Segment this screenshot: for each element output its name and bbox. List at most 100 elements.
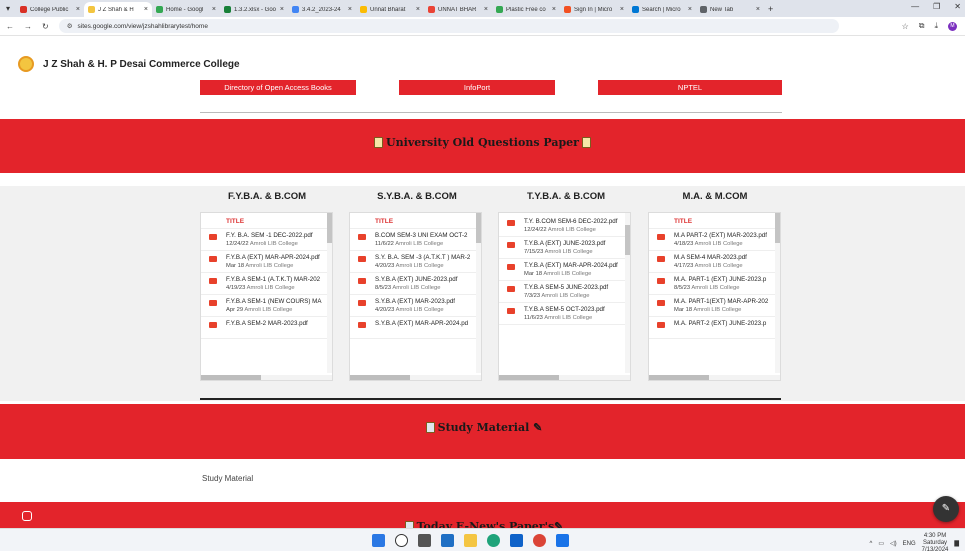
file-name[interactable]: S.Y.B.A (EXT) MAR-APR-2024.pd: [375, 317, 481, 327]
reload-icon[interactable]: ↻: [42, 22, 49, 31]
close-window-icon[interactable]: ✕: [954, 2, 961, 11]
site-title[interactable]: J Z Shah & H. P Desai Commerce College: [43, 59, 240, 70]
file-row[interactable]: M.A. PART-1 (EXT) JUNE-2023.p 8/5/23 Amro…: [649, 273, 780, 295]
extensions-icon[interactable]: ⧉: [919, 21, 925, 31]
file-row[interactable]: T.Y.B.A SEM-5 OCT-2023.pdf 11/6/23 Amroli…: [499, 303, 630, 325]
scroll-thumb[interactable]: [350, 375, 410, 380]
file-row[interactable]: M.A SEM-4 MAR-2023.pdf 4/17/23 Amroli LIB…: [649, 251, 780, 273]
file-name[interactable]: S.Y.B.A (EXT) MAR-2023.pdf: [375, 295, 481, 305]
file-row[interactable]: S.Y.B.A (EXT) JUNE-2023.pdf 8/5/23 Amroli…: [350, 273, 481, 295]
browser-tab[interactable]: Search | Micro ×: [628, 2, 696, 17]
site-info-icon[interactable]: ⚙: [67, 22, 73, 30]
tab-close-icon[interactable]: ×: [416, 6, 420, 13]
new-tab-button[interactable]: +: [768, 4, 773, 14]
restore-icon[interactable]: ❐: [933, 2, 940, 11]
file-name[interactable]: M.A SEM-4 MAR-2023.pdf: [674, 251, 780, 261]
file-name[interactable]: T.Y.B.A (EXT) MAR-APR-2024.pdf: [524, 259, 630, 269]
file-name[interactable]: F.Y.B.A (EXT) MAR-APR-2024.pdf: [226, 251, 332, 261]
file-row[interactable]: T.Y.B.A SEM-5 JUNE-2023.pdf 7/3/23 Amroli…: [499, 281, 630, 303]
file-row[interactable]: M.A. PART-2 (EXT) JUNE-2023.p: [649, 317, 780, 339]
browser-tab[interactable]: College Public ×: [16, 2, 84, 17]
file-row[interactable]: F.Y.B.A SEM-1 (A.T.K.T) MAR-202 4/19/23 A…: [201, 273, 332, 295]
drive-widget-ma[interactable]: TITLE M.A PART-2 (EXT) MAR-2023.pdf 4/18/2…: [648, 212, 781, 381]
file-name[interactable]: F.Y. B.A. SEM -1 DEC-2022.pdf: [226, 229, 332, 239]
windows-start-icon[interactable]: [372, 534, 385, 547]
browser-tab[interactable]: 1.3.2.xlsx - Goo ×: [220, 2, 288, 17]
instagram-icon[interactable]: [22, 511, 32, 521]
file-row[interactable]: B.COM SEM-3 UNI EXAM OCT-2 11/6/22 Amroli…: [350, 229, 481, 251]
scroll-thumb[interactable]: [201, 375, 261, 380]
file-row[interactable]: T.Y.B.A (EXT) JUNE-2023.pdf 7/15/23 Amrol…: [499, 237, 630, 259]
browser-tab[interactable]: Plastic Free co ×: [492, 2, 560, 17]
file-row[interactable]: F.Y.B.A SEM-2 MAR-2023.pdf: [201, 317, 332, 339]
tab-close-icon[interactable]: ×: [348, 6, 352, 13]
volume-icon[interactable]: ◁): [890, 540, 897, 547]
forward-icon[interactable]: →: [24, 22, 32, 31]
url-input[interactable]: ⚙ sites.google.com/view/jzshahlibrarytes…: [58, 19, 839, 33]
file-name[interactable]: T.Y.B.A SEM-5 OCT-2023.pdf: [524, 303, 630, 313]
scroll-thumb[interactable]: [625, 225, 630, 255]
drive-widget-ty[interactable]: T.Y. B.COM SEM-6 DEC-2022.pdf 12/24/22 Am…: [498, 212, 631, 381]
file-name[interactable]: F.Y.B.A SEM-1 (A.T.K.T) MAR-202: [226, 273, 332, 283]
drive-widget-sy[interactable]: TITLE B.COM SEM-3 UNI EXAM OCT-2 11/6/22 A…: [349, 212, 482, 381]
file-row[interactable]: F.Y.B.A SEM-1 (NEW COURS) MA Apr 29 Amrol…: [201, 295, 332, 317]
file-name[interactable]: B.COM SEM-3 UNI EXAM OCT-2: [375, 229, 481, 239]
widgets-icon[interactable]: [441, 534, 454, 547]
tab-close-icon[interactable]: ×: [620, 6, 624, 13]
file-explorer-icon[interactable]: [464, 534, 477, 547]
network-icon[interactable]: ▭: [878, 540, 884, 547]
file-row[interactable]: M.A. PART-1(EXT) MAR-APR-202 Mar 18 Amrol…: [649, 295, 780, 317]
edge-icon[interactable]: [487, 534, 500, 547]
store-icon[interactable]: [510, 534, 523, 547]
tab-close-icon[interactable]: ×: [688, 6, 692, 13]
back-icon[interactable]: ←: [6, 22, 14, 31]
tab-search-icon[interactable]: ▾: [0, 4, 16, 13]
file-row[interactable]: S.Y.B.A (EXT) MAR-APR-2024.pd: [350, 317, 481, 339]
tab-close-icon[interactable]: ×: [756, 6, 760, 13]
scroll-thumb[interactable]: [649, 375, 709, 380]
file-name[interactable]: M.A. PART-1 (EXT) JUNE-2023.p: [674, 273, 780, 283]
tab-close-icon[interactable]: ×: [552, 6, 556, 13]
file-name[interactable]: S.Y. B.A. SEM -3 (A.T.K.T ) MAR-2: [375, 251, 481, 261]
browser-tab[interactable]: J Z Shah & H ×: [84, 2, 152, 17]
download-icon[interactable]: ⤓: [934, 21, 938, 31]
tab-close-icon[interactable]: ×: [212, 6, 216, 13]
bookmark-star-icon[interactable]: ☆: [902, 22, 909, 31]
file-row[interactable]: T.Y.B.A (EXT) MAR-APR-2024.pdf Mar 18 Amr…: [499, 259, 630, 281]
scroll-thumb[interactable]: [499, 375, 559, 380]
chrome-icon[interactable]: [533, 534, 546, 547]
minimize-icon[interactable]: —: [911, 2, 919, 11]
file-row[interactable]: F.Y.B.A (EXT) MAR-APR-2024.pdf Mar 18 Amr…: [201, 251, 332, 273]
tab-close-icon[interactable]: ×: [76, 6, 80, 13]
task-view-icon[interactable]: [418, 534, 431, 547]
file-row[interactable]: S.Y. B.A. SEM -3 (A.T.K.T ) MAR-2 4/20/23…: [350, 251, 481, 273]
browser-tab[interactable]: New Tab ×: [696, 2, 764, 17]
profile-avatar[interactable]: M: [948, 21, 957, 31]
mail-icon[interactable]: [556, 534, 569, 547]
nptel-button[interactable]: NPTEL: [598, 80, 782, 95]
file-name[interactable]: S.Y.B.A (EXT) JUNE-2023.pdf: [375, 273, 481, 283]
file-name[interactable]: F.Y.B.A SEM-2 MAR-2023.pdf: [226, 317, 332, 327]
scroll-thumb[interactable]: [775, 213, 780, 243]
file-name[interactable]: T.Y.B.A (EXT) JUNE-2023.pdf: [524, 237, 630, 247]
edit-pencil-button[interactable]: ✎: [933, 496, 959, 522]
tab-close-icon[interactable]: ×: [280, 6, 284, 13]
language-indicator[interactable]: ENG: [903, 541, 916, 547]
browser-tab[interactable]: Unnat Bharat ×: [356, 2, 424, 17]
file-row[interactable]: F.Y. B.A. SEM -1 DEC-2022.pdf 12/24/22 Am…: [201, 229, 332, 251]
file-name[interactable]: F.Y.B.A SEM-1 (NEW COURS) MA: [226, 295, 332, 305]
infoport-button[interactable]: InfoPort: [399, 80, 555, 95]
scroll-thumb[interactable]: [327, 213, 332, 243]
chevron-up-icon[interactable]: ^: [870, 541, 873, 547]
doab-button[interactable]: Directory of Open Access Books: [200, 80, 356, 95]
file-row[interactable]: M.A PART-2 (EXT) MAR-2023.pdf 4/18/23 Amr…: [649, 229, 780, 251]
tab-close-icon[interactable]: ×: [144, 6, 148, 13]
file-name[interactable]: T.Y. B.COM SEM-6 DEC-2022.pdf: [524, 215, 630, 225]
tab-close-icon[interactable]: ×: [484, 6, 488, 13]
browser-tab[interactable]: 3.4.2_2023-24 ×: [288, 2, 356, 17]
file-name[interactable]: T.Y.B.A SEM-5 JUNE-2023.pdf: [524, 281, 630, 291]
drive-widget-fy[interactable]: TITLE F.Y. B.A. SEM -1 DEC-2022.pdf 12/24/…: [200, 212, 333, 381]
file-name[interactable]: M.A. PART-1(EXT) MAR-APR-202: [674, 295, 780, 305]
file-name[interactable]: M.A PART-2 (EXT) MAR-2023.pdf: [674, 229, 780, 239]
scroll-thumb[interactable]: [476, 213, 481, 243]
